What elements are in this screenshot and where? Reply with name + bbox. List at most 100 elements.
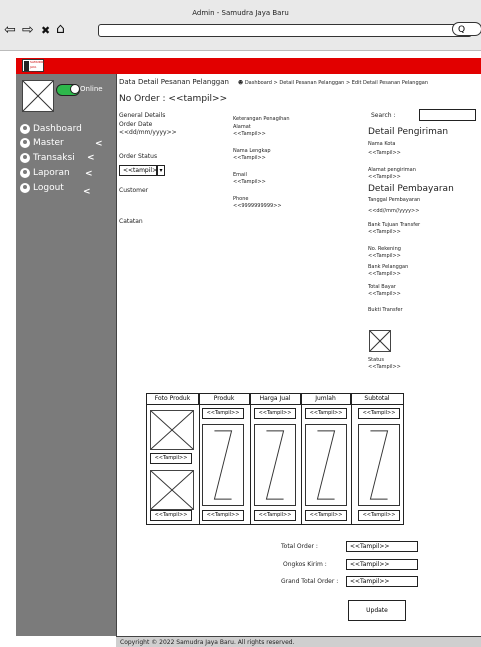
top-brand-bar <box>16 58 481 74</box>
footer: Copyright © 2022 Samudra Jaya Baru. All … <box>116 636 481 647</box>
home-icon[interactable]: ⌂ <box>56 21 65 37</box>
table-cell: <<Tampil>> <box>254 408 296 419</box>
table-cell: <<Tampil>> <box>305 408 347 419</box>
rekening-value: <<Tampil>> <box>368 253 401 259</box>
chevron-left-icon[interactable]: < <box>85 169 93 179</box>
total-bayar-value: <<Tampil>> <box>368 291 401 297</box>
palette-icon <box>20 138 30 148</box>
bukti-transfer-image <box>369 330 391 352</box>
tanggal-label: Tanggal Pembayaran <box>368 197 421 203</box>
product-image <box>150 470 194 510</box>
bank-pelanggan-label: Bank Pelanggan <box>368 264 409 270</box>
phone-label: Phone <box>233 196 249 202</box>
table-cell: <<Tampil>> <box>254 510 296 521</box>
tanggal-value: <<dd//mm//yyyy>> <box>368 208 420 214</box>
update-button[interactable]: Update <box>348 600 406 621</box>
email-value: <<Tampil>> <box>233 179 266 185</box>
placeholder-zigzag <box>254 424 296 506</box>
rekening-label: No. Rekening <box>368 246 401 252</box>
col-header-jumlah: Jumlah <box>301 394 351 404</box>
keterangan-label: Keterangan Penagihan <box>233 116 290 122</box>
chevron-left-icon[interactable]: < <box>95 139 103 149</box>
order-date-value: <<dd/mm/yyyy>> <box>119 129 177 136</box>
email-label: Email <box>233 172 247 178</box>
logo: SAMUDRA JAYA BARU <box>22 59 45 74</box>
col-header-harga: Harga Jual <box>250 394 301 404</box>
col-header-foto: Foto Produk <box>147 394 199 404</box>
breadcrumb-detail[interactable]: Detail Pesanan Pelanggan <box>279 80 344 86</box>
breadcrumb: ☻ Dashboard > Detail Pesanan Pelanggan >… <box>238 80 429 86</box>
chevron-left-icon[interactable]: < <box>87 153 95 163</box>
table-cell: <<Tampil>> <box>202 408 244 419</box>
online-label: Online <box>80 85 103 93</box>
table-cell: <<Tampil>> <box>358 408 400 419</box>
alamat-label: Alamat <box>233 124 251 130</box>
alamat-value: <<Tampil>> <box>233 131 266 137</box>
sidebar-item-laporan[interactable]: Laporan <box>20 168 70 178</box>
sidebar-item-master[interactable]: Master <box>20 138 64 148</box>
ongkos-value: <<Tampil>> <box>346 559 418 570</box>
bank-tujuan-label: Bank Tujuan Transfer <box>368 222 421 228</box>
col-header-subtotal: Subtotal <box>364 395 390 402</box>
nama-value: <<Tampil>> <box>233 155 266 161</box>
order-number: No Order : <<tampil>> <box>119 94 228 104</box>
col-header-produk: Produk <box>199 394 250 404</box>
order-status-select[interactable]: <<tampil>> <box>119 165 162 176</box>
bank-tujuan-value: <<Tampil>> <box>368 229 401 235</box>
customer-label: Customer <box>119 187 149 194</box>
order-date-label: Order Date <box>119 121 153 128</box>
placeholder-zigzag <box>305 424 347 506</box>
grand-total-label: Grand Total Order : <box>281 578 339 585</box>
bank-pelanggan-value: <<Tampil>> <box>368 271 401 277</box>
grand-total-value: <<Tampil>> <box>346 576 418 587</box>
back-arrow-icon[interactable]: ⇦ <box>4 22 16 38</box>
kota-label: Nama Kota <box>368 141 396 147</box>
forward-arrow-icon[interactable]: ⇨ <box>22 22 34 38</box>
kota-value: <<Tampil>> <box>368 150 401 156</box>
table-cell: <<Tampil>> <box>358 510 400 521</box>
product-image <box>150 410 194 450</box>
table-cell: <<Tampil>> <box>150 453 192 464</box>
chevron-left-icon[interactable]: < <box>83 187 91 197</box>
placeholder-zigzag <box>202 424 244 506</box>
window-title: Admin - Samudra Jaya Baru <box>192 9 289 17</box>
search-input[interactable] <box>419 109 476 121</box>
total-bayar-label: Total Bayar <box>368 284 396 290</box>
online-toggle[interactable] <box>56 84 80 96</box>
main-content <box>116 74 481 636</box>
nama-label: Nama Lengkap <box>233 148 271 154</box>
order-status-label: Order Status <box>119 153 158 160</box>
table-cell: <<Tampil>> <box>305 510 347 521</box>
url-bar[interactable] <box>98 24 472 37</box>
search-label: Search : <box>371 112 396 119</box>
palette-icon <box>20 124 30 134</box>
alamat-pengiriman-value: <<Tampil>> <box>368 174 401 180</box>
breadcrumb-dashboard[interactable]: Dashboard <box>245 80 272 86</box>
total-order-value: <<Tampil>> <box>346 541 418 552</box>
status-value: <<Tampil>> <box>368 364 401 370</box>
table-cell: <<Tampil>> <box>150 510 192 521</box>
palette-icon <box>20 153 30 163</box>
copyright-text: Copyright © 2022 Samudra Jaya Baru. All … <box>120 639 295 646</box>
ongkos-label: Ongkos Kirim : <box>283 561 327 568</box>
total-order-label: Total Order : <box>281 543 318 550</box>
sidebar-item-logout[interactable]: Logout <box>20 183 64 193</box>
alamat-pengiriman-label: Alamat pengiriman <box>368 167 416 173</box>
close-icon[interactable]: ✖ <box>41 24 50 37</box>
palette-icon <box>20 168 30 178</box>
sidebar-item-transaksi[interactable]: Transaksi <box>20 153 75 163</box>
status-label: Status <box>368 357 384 363</box>
palette-icon <box>20 183 30 193</box>
bukti-label: Bukti Transfer <box>368 307 403 313</box>
page-title: Data Detail Pesanan Pelanggan <box>119 78 229 86</box>
pembayaran-heading: Detail Pembayaran <box>368 184 454 194</box>
avatar <box>22 80 54 112</box>
breadcrumb-home-icon: ☻ <box>238 80 244 86</box>
chevron-down-icon[interactable]: ▾ <box>157 165 165 176</box>
sidebar-item-dashboard[interactable]: Dashboard <box>20 124 82 134</box>
pengiriman-heading: Detail Pengiriman <box>368 127 449 137</box>
placeholder-zigzag <box>358 424 400 506</box>
breadcrumb-edit[interactable]: Edit Detail Pesanan Pelanggan <box>352 80 428 86</box>
browser-search-icon[interactable]: Q <box>452 22 481 36</box>
phone-value: <<9999999999>> <box>233 203 282 209</box>
